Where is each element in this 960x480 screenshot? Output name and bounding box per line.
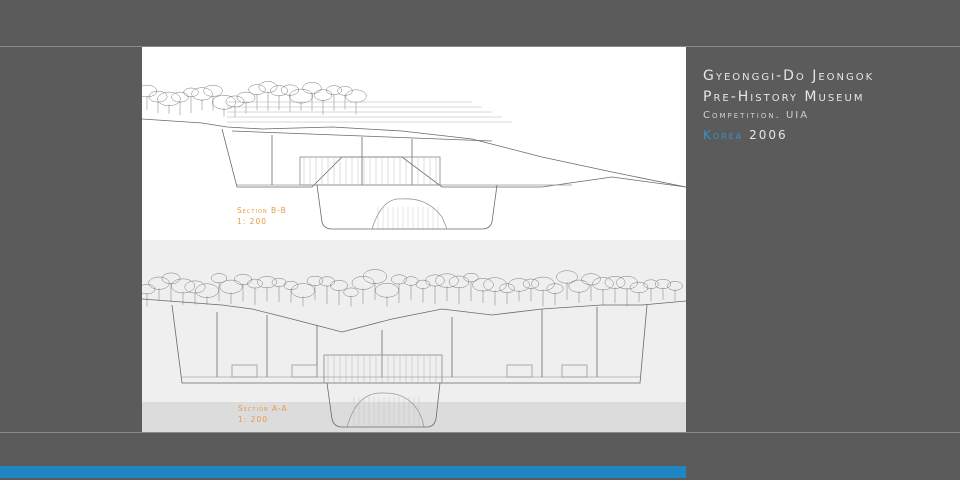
accent-bar: [0, 466, 686, 478]
country-year: Korea 2006: [703, 124, 874, 146]
section-aa-label: Section A-A 1: 200: [238, 403, 288, 425]
section-bb-title: Section B-B: [237, 206, 287, 215]
country-label: Korea: [703, 128, 744, 142]
section-aa-title: Section A-A: [238, 404, 288, 413]
competition-label: Competition. UIA: [703, 110, 810, 121]
section-drawings: [142, 81, 686, 432]
section-aa-scale: 1: 200: [238, 415, 268, 424]
title-line-2: Pre-History Museum: [703, 89, 865, 105]
title-line-1: Gyeonggi-Do Jeongok: [703, 68, 875, 84]
section-bb-drawing: [142, 81, 686, 230]
section-bb-label: Section B-B 1: 200: [237, 205, 287, 227]
drawing-panel: Section B-B 1: 200 Section A-A 1: 200: [142, 47, 686, 432]
bottom-divider: [0, 432, 960, 433]
section-bb-scale: 1: 200: [237, 217, 267, 226]
project-title: Gyeonggi-Do Jeongok Pre-History Museum C…: [703, 66, 874, 146]
year-label: 2006: [749, 128, 788, 142]
